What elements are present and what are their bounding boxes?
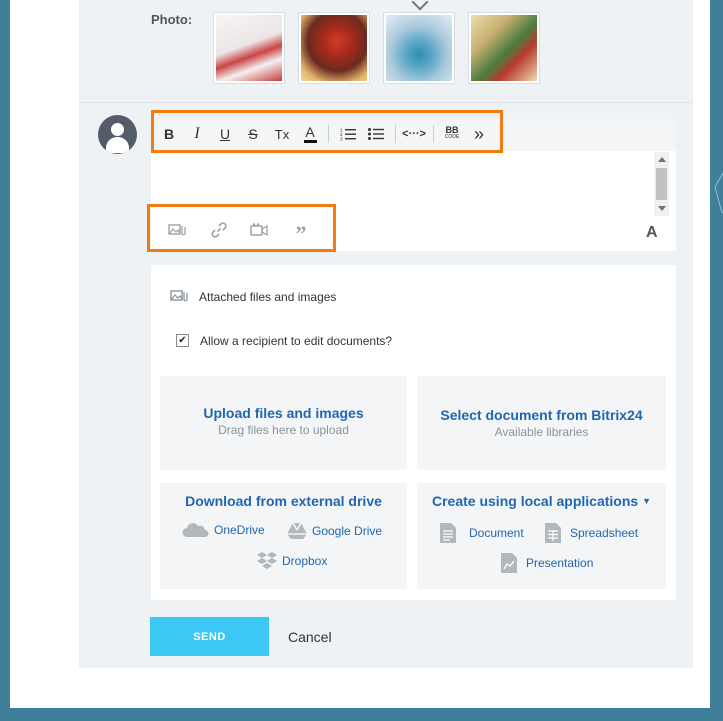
local-apps-label[interactable]: Create using local applications — [432, 493, 638, 509]
scroll-up-icon[interactable] — [658, 157, 666, 162]
dropbox-label[interactable]: Dropbox — [282, 554, 327, 568]
allow-edit-checkbox[interactable]: ✔ — [176, 334, 189, 347]
google-drive-icon — [287, 522, 307, 539]
font-toggle-button[interactable]: A — [646, 224, 658, 242]
local-apps-title[interactable]: Create using local applications ▼ — [417, 493, 666, 509]
attached-files-title: Attached files and images — [199, 290, 337, 304]
photo-snow-house[interactable] — [383, 12, 455, 84]
photo-red-gnome[interactable] — [298, 12, 370, 84]
dropbox-icon — [257, 552, 277, 569]
create-presentation-link[interactable]: Presentation — [500, 552, 593, 574]
send-button[interactable]: SEND — [150, 617, 269, 656]
create-document-link[interactable]: Document — [439, 522, 524, 544]
onedrive-link[interactable]: OneDrive — [182, 522, 265, 538]
create-spreadsheet-link[interactable]: Spreadsheet — [544, 522, 638, 544]
spreadsheet-icon — [545, 523, 561, 543]
divider — [79, 102, 693, 103]
user-avatar — [98, 115, 137, 154]
attach-image-icon — [170, 289, 188, 308]
upload-subtitle: Drag files here to upload — [218, 423, 349, 437]
bitrix-subtitle: Available libraries — [494, 425, 589, 439]
bitrix-tile[interactable]: Select document from Bitrix24 Available … — [417, 376, 666, 470]
document-label[interactable]: Document — [469, 526, 524, 540]
allow-edit-label[interactable]: Allow a recipient to edit documents? — [200, 334, 392, 348]
scroll-thumb[interactable] — [656, 168, 667, 200]
bitrix-title[interactable]: Select document from Bitrix24 — [417, 407, 666, 423]
google-drive-label[interactable]: Google Drive — [312, 524, 382, 538]
insert-bar-highlight — [147, 204, 336, 252]
editor-scrollbar[interactable] — [654, 152, 669, 216]
photo-teacup-candy-cane[interactable] — [213, 12, 285, 84]
onedrive-label[interactable]: OneDrive — [214, 523, 265, 537]
dropbox-link[interactable]: Dropbox — [256, 551, 327, 571]
upload-tile[interactable]: Upload files and images Drag files here … — [160, 376, 407, 470]
google-drive-link[interactable]: Google Drive — [286, 522, 382, 540]
upload-title[interactable]: Upload files and images — [160, 405, 407, 421]
dropdown-arrow-icon[interactable]: ▼ — [642, 496, 651, 506]
spreadsheet-label[interactable]: Spreadsheet — [570, 526, 638, 540]
cloud-icon — [182, 523, 209, 537]
presentation-icon — [501, 553, 517, 573]
toolbar-highlight — [151, 110, 503, 153]
presentation-label[interactable]: Presentation — [526, 556, 593, 570]
external-drive-title: Download from external drive — [185, 493, 382, 509]
scroll-down-icon[interactable] — [658, 206, 666, 211]
document-icon — [440, 523, 456, 543]
photo-tree-gnomes[interactable] — [468, 12, 540, 84]
background-decoration — [714, 172, 723, 214]
photo-label: Photo: — [151, 12, 193, 27]
cancel-button[interactable]: Cancel — [288, 629, 332, 645]
